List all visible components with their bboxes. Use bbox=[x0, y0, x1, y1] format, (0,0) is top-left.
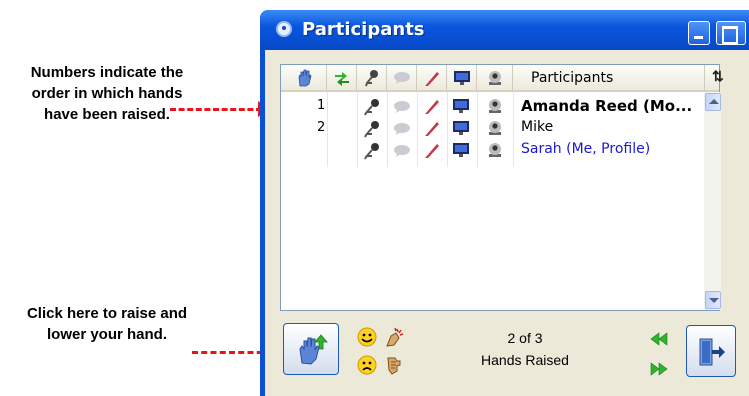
minimize-button[interactable] bbox=[688, 21, 710, 45]
hand-gesture-icon[interactable] bbox=[383, 354, 405, 376]
hand-order: 1 bbox=[317, 98, 326, 113]
webcam-icon bbox=[488, 70, 501, 85]
participants-window: Participants Participants ⇅ 1 Amanda Ree… bbox=[260, 10, 749, 396]
exit-session-button[interactable] bbox=[686, 325, 736, 377]
microphone-icon bbox=[364, 121, 379, 138]
annotation-hand-order: Numbers indicate the order in which hand… bbox=[30, 64, 184, 123]
hand-order: 2 bbox=[317, 120, 326, 135]
chat-bubble-icon bbox=[394, 123, 410, 135]
participants-list: Participants ⇅ 1 Amanda Reed (Mo... 2 Mi… bbox=[280, 64, 724, 311]
header-participants-label: Participants bbox=[531, 70, 614, 86]
pencil-icon bbox=[425, 144, 439, 158]
chat-bubble-icon bbox=[394, 145, 410, 157]
raise-hand-button[interactable] bbox=[283, 323, 339, 375]
hands-raised-count: 2 of 3 bbox=[507, 330, 543, 346]
header-monitor[interactable] bbox=[447, 65, 477, 90]
next-raised-hand-arrow-icon[interactable] bbox=[649, 362, 669, 376]
raised-hand-icon bbox=[298, 69, 311, 86]
window-client-area: Participants ⇅ 1 Amanda Reed (Mo... 2 Mi… bbox=[265, 50, 749, 396]
scroll-up-button[interactable] bbox=[705, 93, 721, 111]
monitor-icon bbox=[453, 70, 470, 85]
webcam-icon bbox=[489, 99, 501, 113]
participant-name: Sarah (Me, Profile) bbox=[521, 141, 651, 157]
list-header: Participants ⇅ bbox=[281, 65, 724, 92]
raise-hand-button-icon bbox=[299, 334, 328, 365]
exit-door-icon bbox=[699, 338, 725, 366]
sad-icon[interactable] bbox=[357, 355, 377, 375]
pencil-icon bbox=[424, 71, 439, 86]
pencil-icon bbox=[425, 122, 439, 136]
header-transfer[interactable] bbox=[327, 65, 357, 90]
pencil-icon bbox=[425, 100, 439, 114]
sort-toggle[interactable]: ⇅ bbox=[712, 68, 724, 85]
header-webcam[interactable] bbox=[477, 65, 513, 90]
participant-name: Mike bbox=[521, 119, 554, 135]
microphone-icon bbox=[364, 99, 379, 116]
participant-row[interactable]: Sarah (Me, Profile) bbox=[281, 139, 701, 161]
transfer-arrows-icon bbox=[334, 71, 349, 86]
monitor-icon bbox=[453, 99, 469, 113]
participant-row[interactable]: 1 Amanda Reed (Mo... bbox=[281, 95, 701, 117]
monitor-icon bbox=[453, 143, 469, 157]
participant-name: Amanda Reed (Mo... bbox=[521, 97, 693, 115]
header-hand[interactable] bbox=[281, 65, 327, 90]
header-microphone[interactable] bbox=[357, 65, 387, 90]
title-bar[interactable]: Participants bbox=[260, 10, 749, 50]
hands-raised-label: Hands Raised bbox=[481, 352, 569, 368]
webcam-icon bbox=[489, 121, 501, 135]
previous-raised-hand-arrow-icon[interactable] bbox=[649, 332, 669, 346]
chat-bubble-icon bbox=[393, 71, 410, 84]
header-pencil[interactable] bbox=[417, 65, 447, 90]
microphone-icon bbox=[364, 69, 378, 86]
callout-arrow-hand-order bbox=[170, 101, 271, 117]
chat-bubble-icon bbox=[394, 101, 410, 113]
applause-icon[interactable] bbox=[383, 326, 405, 348]
header-chat[interactable] bbox=[387, 65, 417, 90]
annotation-raise-hand: Click here to raise and lower your hand. bbox=[26, 305, 188, 343]
participant-row[interactable]: 2 Mike bbox=[281, 117, 701, 139]
webcam-icon bbox=[489, 143, 501, 157]
window-title: Participants bbox=[302, 19, 425, 40]
vertical-scrollbar[interactable] bbox=[704, 92, 721, 310]
scroll-down-button[interactable] bbox=[705, 291, 721, 309]
participants-icon bbox=[276, 21, 292, 37]
smiley-icon[interactable] bbox=[357, 327, 377, 347]
monitor-icon bbox=[453, 121, 469, 135]
maximize-button[interactable] bbox=[716, 21, 746, 45]
microphone-icon bbox=[364, 143, 379, 160]
